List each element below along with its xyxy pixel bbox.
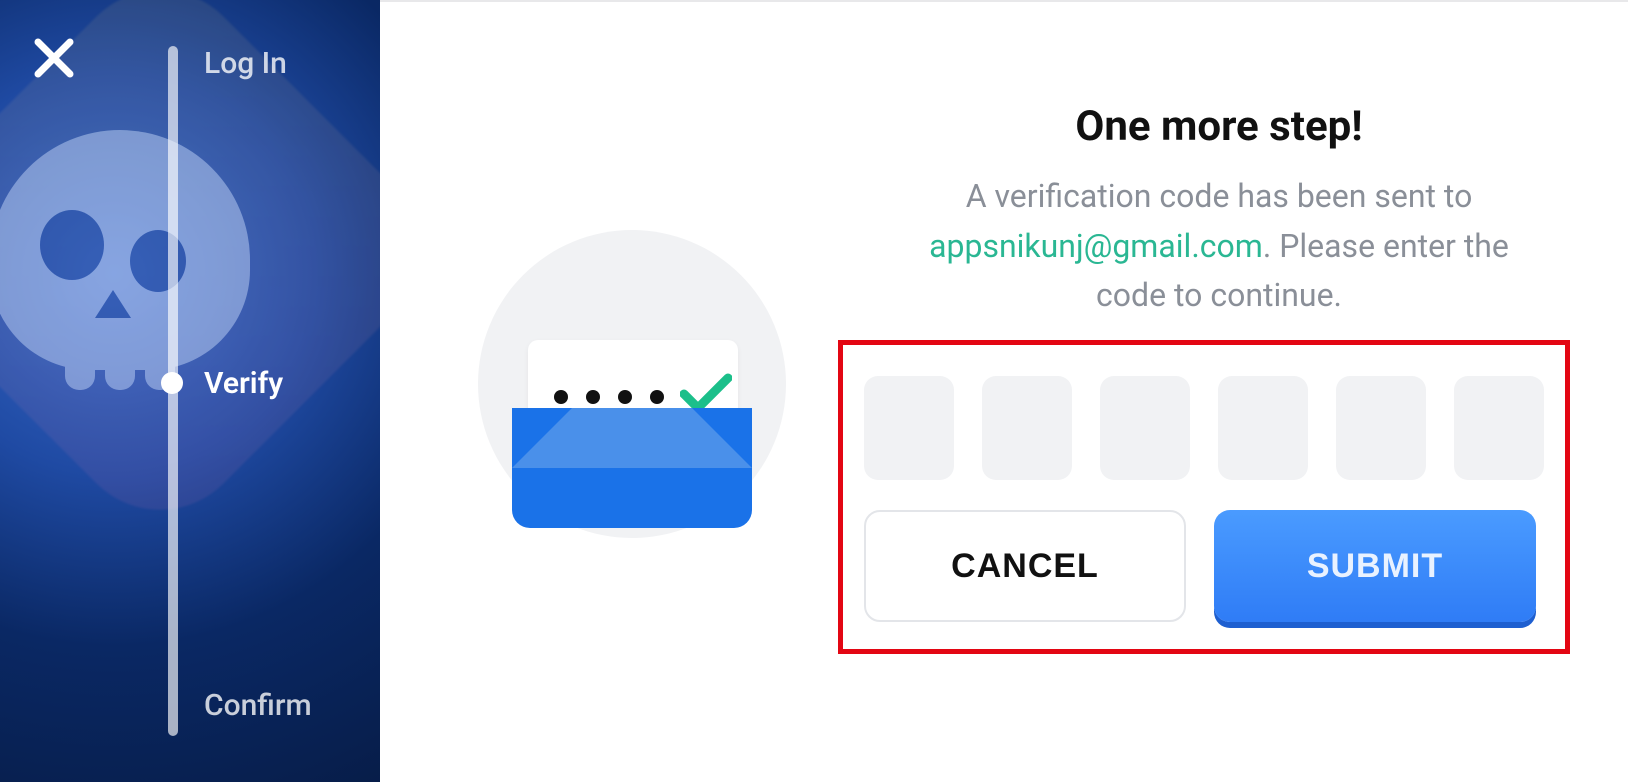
close-icon: [30, 67, 78, 86]
close-button[interactable]: [30, 34, 86, 90]
envelope-flap-icon: [512, 408, 752, 478]
code-digit-2[interactable]: [982, 376, 1072, 480]
code-digit-3[interactable]: [1100, 376, 1190, 480]
verify-headline: One more step!: [840, 102, 1598, 151]
verification-illustration: [478, 230, 786, 538]
verify-email: appsnikunj@gmail.com: [929, 227, 1263, 265]
code-digit-1[interactable]: [864, 376, 954, 480]
content-pane: One more step! A verification code has b…: [380, 0, 1628, 782]
step-login: Log In: [204, 46, 287, 81]
code-digit-5[interactable]: [1336, 376, 1426, 480]
code-digit-6[interactable]: [1454, 376, 1544, 480]
verify-subtext: A verification code has been sent to app…: [900, 172, 1538, 321]
verify-body-prefix: A verification code has been sent to: [966, 177, 1473, 215]
code-digit-4[interactable]: [1218, 376, 1308, 480]
verify-button-row: CANCEL SUBMIT: [864, 510, 1536, 622]
code-input-row: [864, 376, 1544, 480]
step-indicator-dot: [161, 372, 183, 394]
submit-button[interactable]: SUBMIT: [1214, 510, 1536, 622]
cancel-button[interactable]: CANCEL: [864, 510, 1186, 622]
sidebar: Log In Verify Confirm: [0, 0, 380, 782]
step-verify: Verify: [204, 366, 283, 401]
step-confirm: Confirm: [204, 688, 312, 723]
